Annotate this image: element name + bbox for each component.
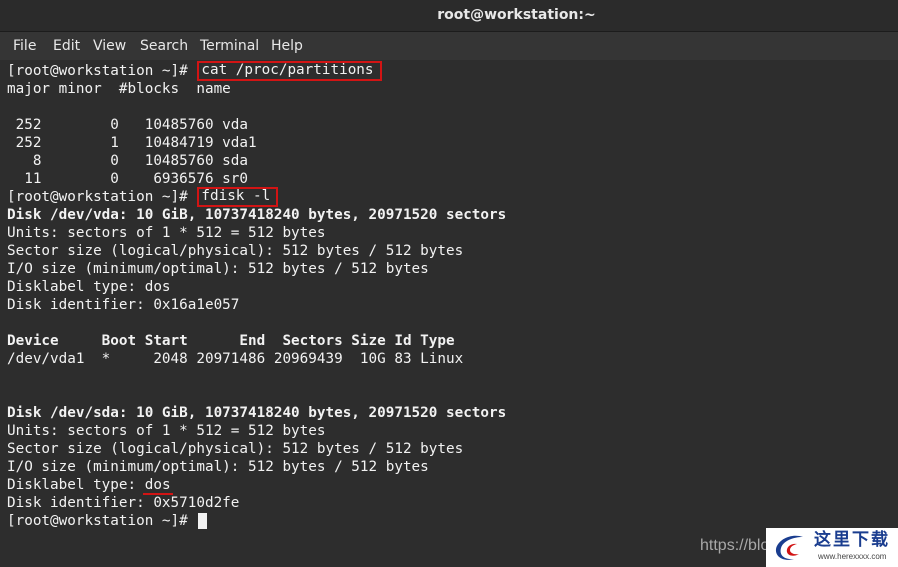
sda-sector-size: Sector size (logical/physical): 512 byte… — [7, 441, 464, 457]
menu-bar: File Edit View Search Terminal Help — [0, 32, 898, 60]
watermark-url: https://blo — [700, 537, 770, 554]
disklabel-value-underlined: dos — [142, 477, 173, 495]
prompt: [root@workstation ~]# — [7, 63, 197, 79]
partitions-header: major minor #blocks name — [7, 81, 231, 97]
vda-identifier: Disk identifier: 0x16a1e057 — [7, 297, 240, 313]
command-cat-partitions: cat /proc/partitions — [197, 61, 382, 81]
partition-row: 11 0 6936576 sr0 — [7, 171, 249, 187]
partition-row: 252 1 10484719 vda1 — [7, 135, 257, 151]
menu-view[interactable]: View — [93, 32, 126, 60]
partition-row: 8 0 10485760 sda — [7, 153, 249, 169]
vda-units: Units: sectors of 1 * 512 = 512 bytes — [7, 225, 326, 241]
disklabel-prefix: Disklabel type: — [7, 477, 145, 493]
partition-table-header: Device Boot Start End Sectors Size Id Ty… — [7, 333, 455, 349]
vda-disklabel: Disklabel type: dos — [7, 279, 171, 295]
logo-url: www.herexxxx.com — [818, 552, 887, 561]
prompt: [root@workstation ~]# — [7, 513, 197, 529]
prompt-line-fdisk: [root@workstation ~]# fdisk -l — [7, 187, 506, 207]
sda-disklabel: Disklabel type: dos — [7, 476, 506, 495]
menu-search[interactable]: Search — [140, 32, 188, 60]
terminal-output[interactable]: [root@workstation ~]# cat /proc/partitio… — [0, 60, 898, 567]
prompt-line-cat: [root@workstation ~]# cat /proc/partitio… — [7, 61, 506, 81]
sda-identifier: Disk identifier: 0x5710d2fe — [7, 495, 240, 511]
vda-io-size: I/O size (minimum/optimal): 512 bytes / … — [7, 261, 429, 277]
menu-file[interactable]: File — [13, 32, 36, 60]
logo-text: 这里下载 — [814, 530, 890, 550]
partition-table-row: /dev/vda1 * 2048 20971486 20969439 10G 8… — [7, 351, 464, 367]
title-bar[interactable]: root@workstation:~ — [0, 0, 898, 32]
prompt-line-current: [root@workstation ~]# — [7, 512, 506, 530]
vda-sector-size: Sector size (logical/physical): 512 byte… — [7, 243, 464, 259]
text-cursor — [198, 513, 208, 529]
vda-disk-line: Disk /dev/vda: 10 GiB, 10737418240 bytes… — [7, 207, 507, 223]
menu-terminal[interactable]: Terminal — [200, 32, 259, 60]
partition-row: 252 0 10485760 vda — [7, 117, 249, 133]
sda-io-size: I/O size (minimum/optimal): 512 bytes / … — [7, 459, 429, 475]
command-fdisk: fdisk -l — [197, 187, 279, 207]
sda-disk-line: Disk /dev/sda: 10 GiB, 10737418240 bytes… — [7, 405, 507, 421]
menu-help[interactable]: Help — [271, 32, 303, 60]
sda-units: Units: sectors of 1 * 512 = 512 bytes — [7, 423, 326, 439]
window-title: root@workstation:~ — [437, 7, 596, 23]
menu-edit[interactable]: Edit — [53, 32, 80, 60]
prompt: [root@workstation ~]# — [7, 189, 197, 205]
site-logo: 这里下载 www.herexxxx.com — [766, 528, 898, 567]
logo-swoosh-icon — [775, 535, 803, 560]
terminal-window: root@workstation:~ File Edit View Search… — [0, 0, 898, 567]
